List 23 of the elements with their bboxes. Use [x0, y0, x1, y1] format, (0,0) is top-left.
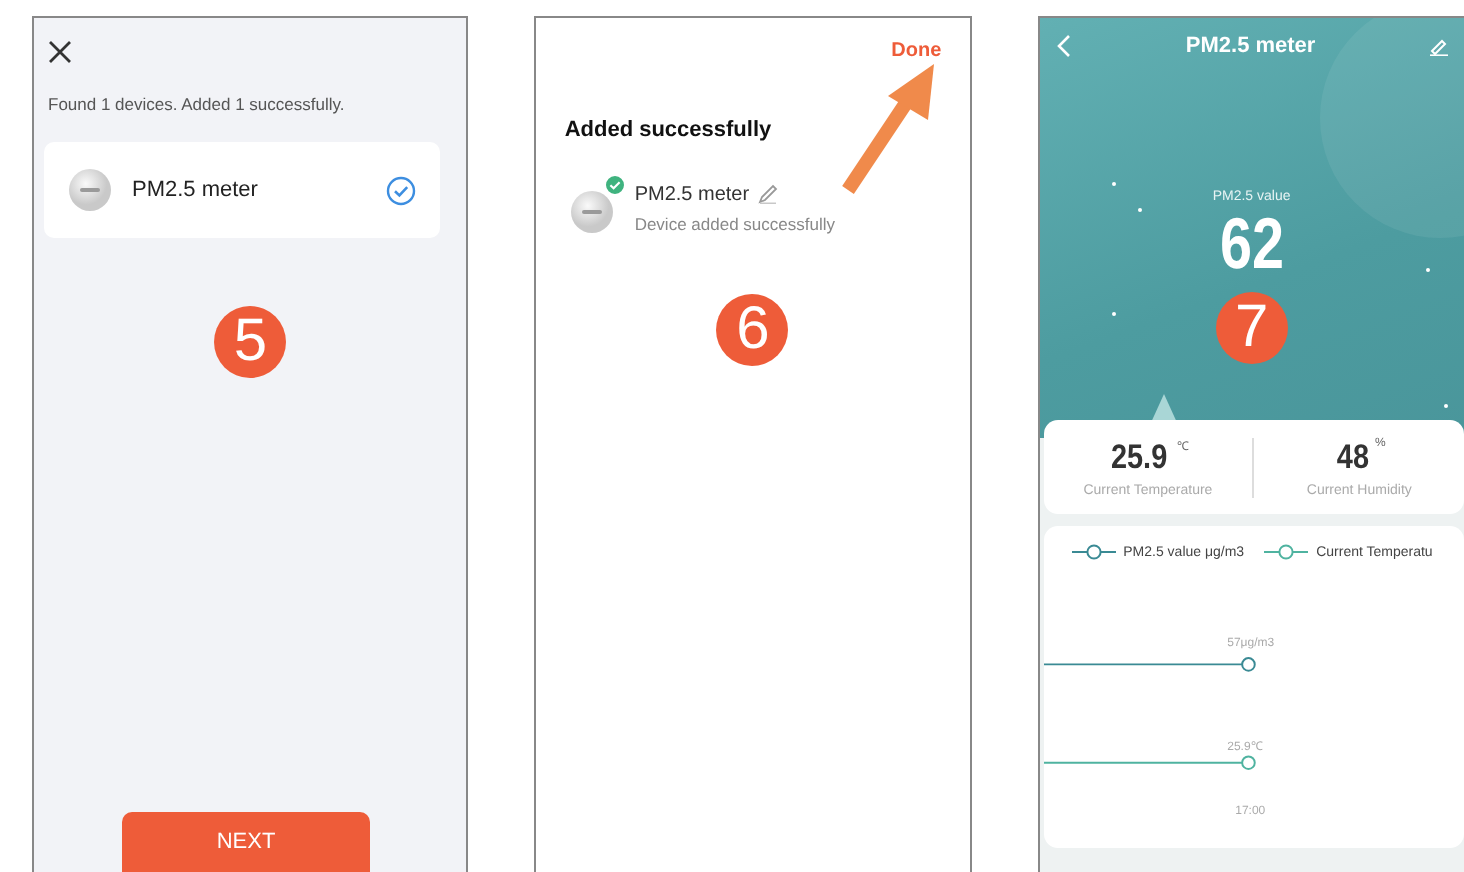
back-icon[interactable]	[1055, 34, 1072, 58]
stat-value: 48	[1335, 437, 1369, 477]
status-message: Found 1 devices. Added 1 successfully.	[48, 94, 347, 114]
device-avatar-icon	[68, 168, 112, 212]
device-avatar-icon	[570, 190, 615, 234]
heading: Added successfully	[564, 118, 774, 142]
stat-value: 25.9	[1111, 437, 1169, 477]
success-check-icon	[604, 174, 627, 196]
device-status: Device added successfully	[634, 213, 835, 233]
done-link[interactable]: Done	[891, 40, 942, 62]
next-button[interactable]: NEXT	[122, 812, 370, 872]
device-card[interactable]: PM2.5 meter	[44, 142, 441, 238]
pointer-arrow	[842, 64, 934, 194]
close-icon[interactable]	[48, 40, 72, 64]
pm25-value: 62	[1219, 208, 1284, 280]
step-badge: 6	[716, 294, 789, 366]
screen-title: PM2.5 meter	[1185, 34, 1316, 58]
edit-icon[interactable]	[757, 184, 778, 204]
step-badge: 5	[214, 306, 287, 378]
device-name: PM2.5 meter	[132, 178, 260, 202]
device-name: PM2.5 meter	[634, 183, 750, 205]
check-circle-icon[interactable]	[386, 175, 417, 205]
step-badge: 7	[1215, 292, 1288, 364]
